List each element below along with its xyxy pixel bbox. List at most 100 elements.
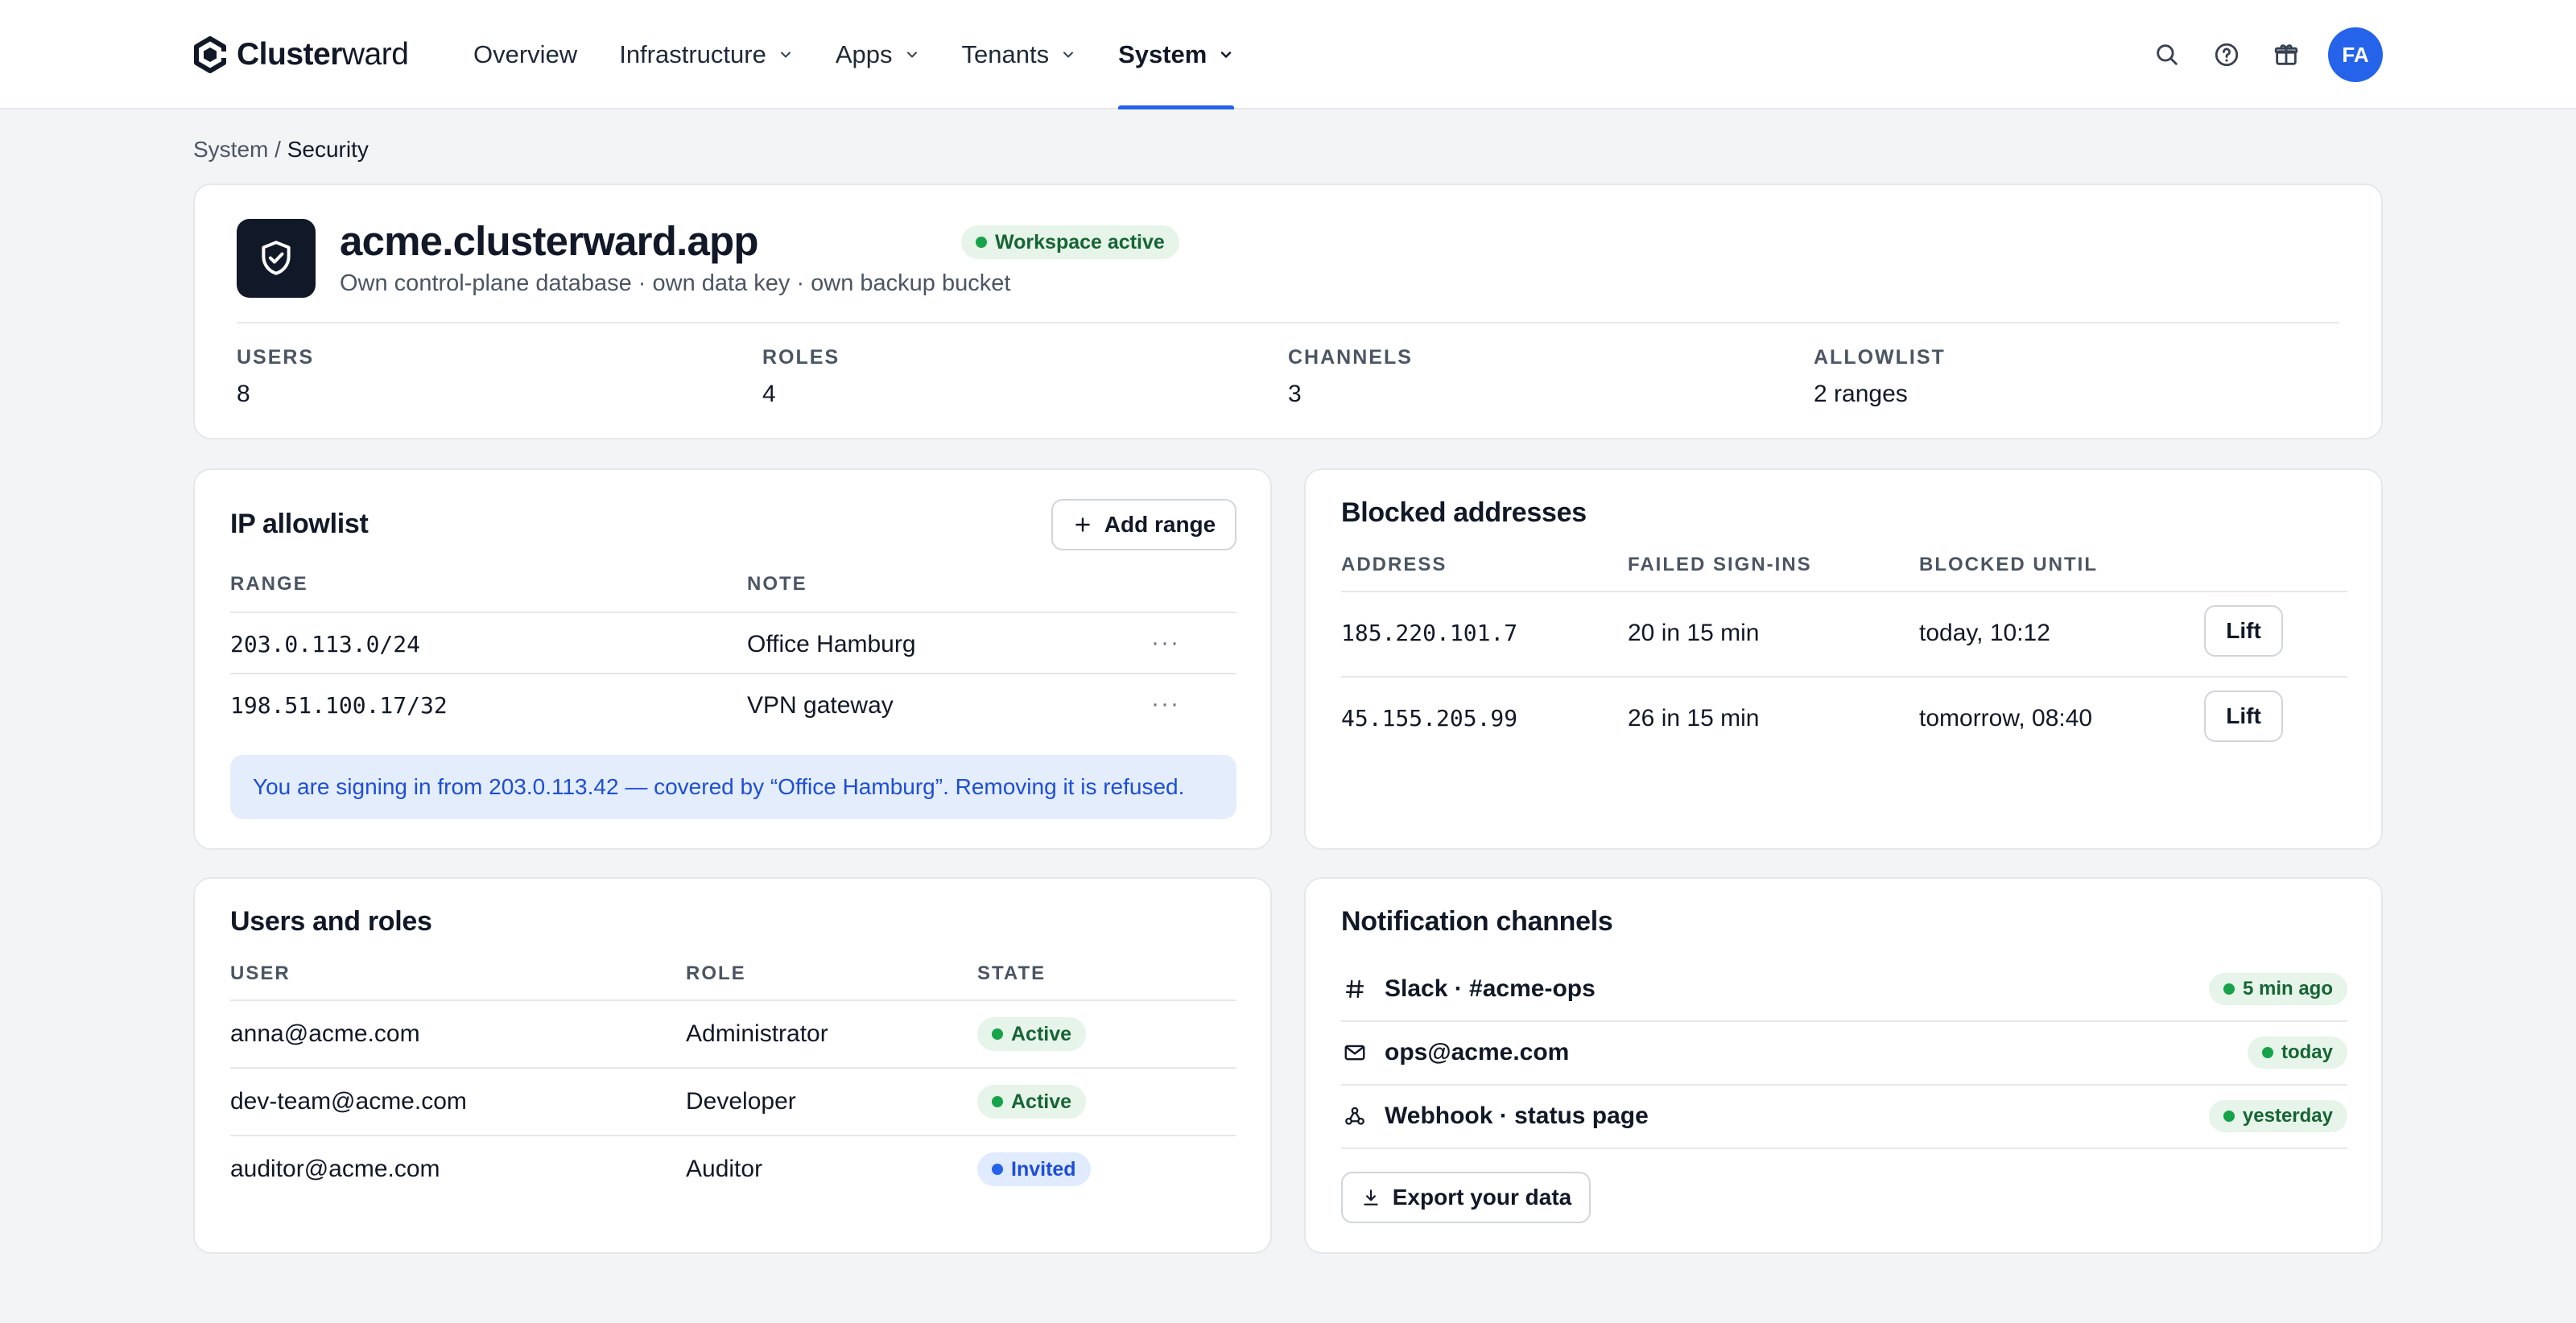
column-header-state: STATE bbox=[977, 962, 1046, 984]
until-value: tomorrow, 08:40 bbox=[1919, 705, 2093, 732]
card-title: IP allowlist bbox=[230, 509, 369, 539]
workspace-summary-card: acme.clusterward.app Workspace active Ow… bbox=[193, 183, 2383, 439]
nav-label: Apps bbox=[835, 40, 893, 68]
card-title: Blocked addresses bbox=[1341, 497, 1587, 528]
status-dot bbox=[2223, 983, 2235, 995]
export-data-button[interactable]: Export your data bbox=[1341, 1172, 1591, 1223]
row-more-button[interactable]: ··· bbox=[1151, 690, 1180, 718]
status-dot bbox=[2261, 1047, 2273, 1058]
range-value: 198.51.100.17/32 bbox=[230, 692, 448, 719]
badge-text: 5 min ago bbox=[2242, 978, 2333, 999]
stat-channels: CHANNELS 3 bbox=[1288, 346, 1413, 408]
workspace-description: Own control-plane database · own data ke… bbox=[340, 270, 1011, 296]
card-title: Users and roles bbox=[230, 906, 432, 937]
search-icon bbox=[2157, 44, 2178, 65]
nav-tenants[interactable]: Tenants bbox=[962, 0, 1077, 109]
note-value: VPN gateway bbox=[747, 692, 894, 719]
brand-name: Clusterward bbox=[237, 37, 409, 72]
column-header-until: BLOCKED UNTIL bbox=[1919, 554, 2098, 575]
failed-value: 20 in 15 min bbox=[1628, 620, 1760, 646]
card-title: Notification channels bbox=[1341, 906, 1613, 937]
status-badge: Active bbox=[977, 1017, 1087, 1051]
status-dot bbox=[992, 1096, 1003, 1107]
channel-row-email[interactable]: ops@acme.com today bbox=[1341, 1021, 2347, 1084]
channel-name: Slack · #acme-ops bbox=[1385, 975, 1596, 1002]
divider bbox=[230, 612, 1236, 613]
user-email[interactable]: anna@acme.com bbox=[230, 1020, 420, 1048]
divider bbox=[1341, 676, 2347, 678]
stat-label: USERS bbox=[237, 346, 315, 369]
workspace-icon bbox=[237, 219, 316, 298]
user-email[interactable]: auditor@acme.com bbox=[230, 1156, 440, 1183]
nav-overview[interactable]: Overview bbox=[473, 0, 577, 109]
plus-icon bbox=[1075, 517, 1090, 532]
range-value: 203.0.113.0/24 bbox=[230, 631, 421, 657]
chevron-down-icon bbox=[1221, 52, 1232, 58]
stat-roles: ROLES 4 bbox=[762, 346, 840, 408]
channel-last-sent-badge: yesterday bbox=[2208, 1100, 2347, 1132]
column-header-note: NOTE bbox=[747, 573, 807, 595]
nav-infrastructure[interactable]: Infrastructure bbox=[619, 0, 794, 109]
stat-label: CHANNELS bbox=[1288, 346, 1413, 369]
divider bbox=[237, 322, 2339, 324]
brand-logo[interactable]: Clusterward bbox=[193, 34, 409, 76]
user-role: Administrator bbox=[686, 1020, 828, 1047]
status-badge: Active bbox=[977, 1085, 1087, 1119]
divider bbox=[230, 1067, 1236, 1069]
lift-block-button[interactable]: Lift bbox=[2204, 605, 2283, 657]
status-dot bbox=[992, 1164, 1003, 1175]
stat-label: ROLES bbox=[762, 346, 840, 369]
lift-block-button[interactable]: Lift bbox=[2204, 690, 2283, 742]
clusterward-logo-icon bbox=[194, 36, 227, 73]
stat-value: 4 bbox=[762, 381, 776, 407]
breadcrumb-current: Security bbox=[287, 137, 369, 162]
ip-allowlist-card: IP allowlist Add range RANGE NOTE 203.0.… bbox=[193, 468, 1272, 850]
channel-name: Webhook · status page bbox=[1385, 1102, 1649, 1129]
divider bbox=[230, 673, 1236, 674]
whats-new-button[interactable] bbox=[2268, 37, 2304, 72]
workspace-name: acme.clusterward.app bbox=[340, 218, 759, 264]
until-value: today, 10:12 bbox=[1919, 620, 2050, 646]
breadcrumb: System / Security bbox=[193, 137, 369, 163]
nav-system[interactable]: System bbox=[1118, 0, 1235, 109]
channel-row-webhook[interactable]: Webhook · status page yesterday bbox=[1341, 1085, 2347, 1148]
status-dot bbox=[992, 1028, 1003, 1040]
stat-allowlist: ALLOWLIST 2 ranges bbox=[1814, 346, 1946, 408]
gift-icon bbox=[2274, 44, 2298, 65]
badge-text: yesterday bbox=[2242, 1105, 2333, 1127]
stat-label: ALLOWLIST bbox=[1814, 346, 1946, 369]
webhook-icon bbox=[1341, 1102, 1368, 1130]
stat-value: 2 ranges bbox=[1814, 381, 1908, 407]
search-button[interactable] bbox=[2149, 37, 2185, 72]
column-header-user: USER bbox=[230, 962, 291, 984]
divider bbox=[230, 1135, 1236, 1136]
nav-apps[interactable]: Apps bbox=[836, 0, 920, 109]
status-badge: Invited bbox=[977, 1152, 1091, 1186]
user-avatar[interactable]: FA bbox=[2328, 27, 2383, 82]
breadcrumb-parent[interactable]: System bbox=[193, 137, 268, 162]
status-text: Active bbox=[1011, 1090, 1072, 1113]
notification-channels-card: Notification channels Slack · #acme-ops … bbox=[1304, 877, 2383, 1254]
column-header-role: ROLE bbox=[686, 962, 746, 984]
button-label: Export your data bbox=[1392, 1185, 1572, 1210]
workspace-status-badge: Workspace active bbox=[961, 225, 1179, 259]
users-roles-card: Users and roles USER ROLE STATE anna@acm… bbox=[193, 877, 1272, 1254]
blocked-addresses-card: Blocked addresses ADDRESS FAILED SIGN-IN… bbox=[1304, 468, 2383, 850]
add-range-button[interactable]: Add range bbox=[1051, 499, 1236, 550]
status-dot bbox=[2223, 1111, 2235, 1122]
column-header-failed: FAILED SIGN-INS bbox=[1628, 554, 1812, 575]
shield-check-icon bbox=[262, 241, 291, 275]
address-value: 185.220.101.7 bbox=[1341, 620, 1518, 646]
divider bbox=[1341, 1148, 2347, 1149]
failed-value: 26 in 15 min bbox=[1628, 705, 1760, 732]
row-more-button[interactable]: ··· bbox=[1151, 629, 1180, 657]
top-navigation-bar: Clusterward Overview Infrastructure Apps… bbox=[0, 0, 2576, 109]
chevron-down-icon bbox=[906, 52, 917, 58]
badge-text: today bbox=[2281, 1041, 2333, 1063]
channel-row-slack[interactable]: Slack · #acme-ops 5 min ago bbox=[1341, 958, 2347, 1020]
help-button[interactable] bbox=[2209, 37, 2244, 72]
user-email[interactable]: dev-team@acme.com bbox=[230, 1088, 467, 1115]
hash-icon bbox=[1341, 975, 1368, 1003]
current-ip-notice: You are signing in from 203.0.113.42 — c… bbox=[230, 755, 1236, 819]
breadcrumb-separator: / bbox=[268, 137, 287, 162]
